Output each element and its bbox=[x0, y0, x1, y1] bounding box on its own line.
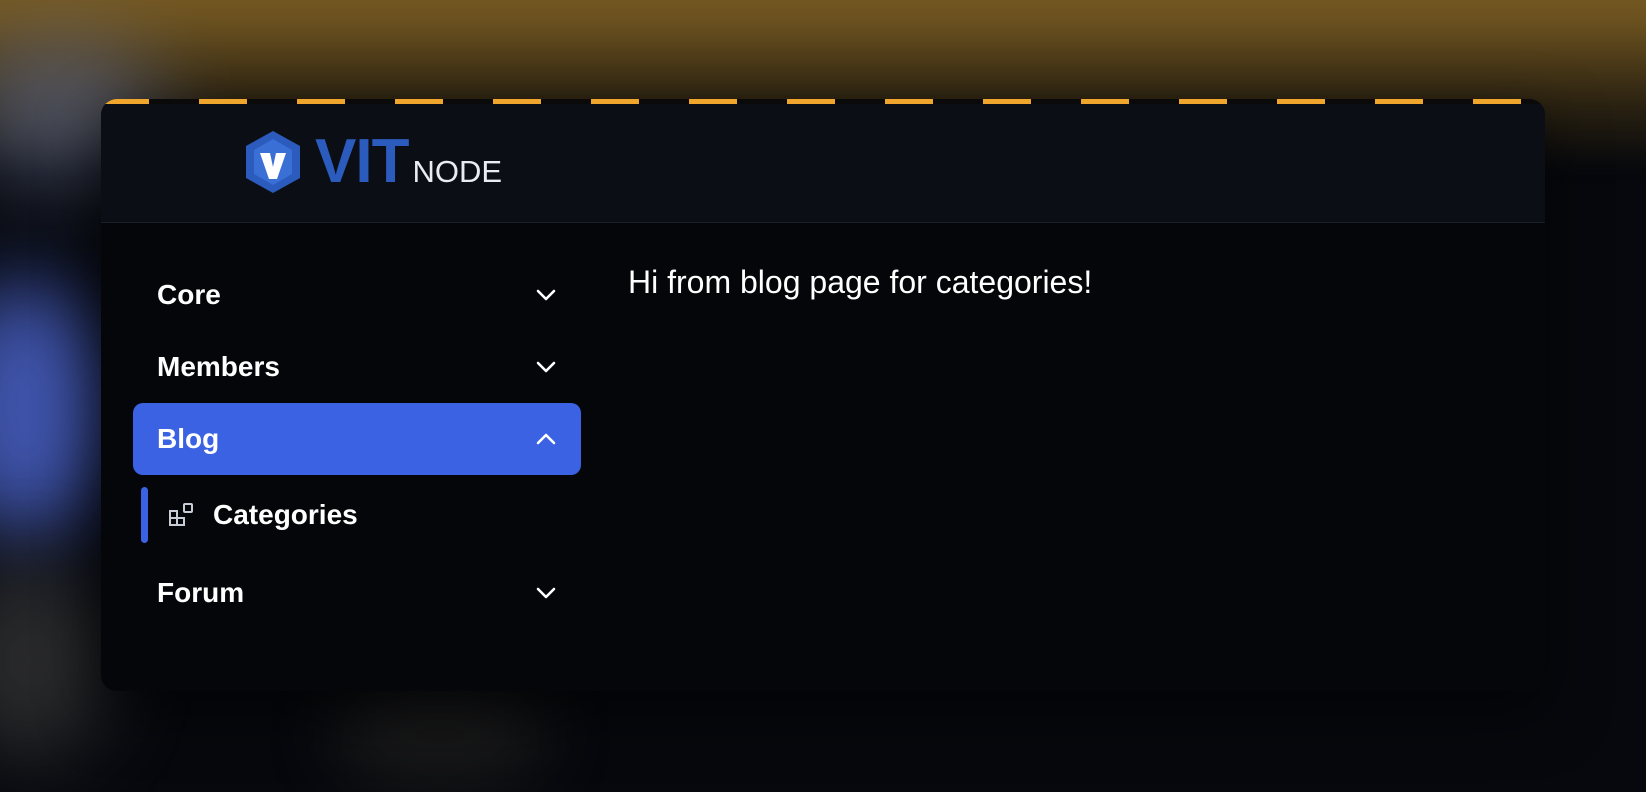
active-indicator bbox=[141, 487, 148, 543]
sidebar-item-members[interactable]: Members bbox=[133, 331, 581, 403]
chevron-down-icon bbox=[535, 288, 557, 302]
sidebar-item-label: Forum bbox=[157, 577, 245, 608]
main-content: Hi from blog page for categories! bbox=[628, 264, 1092, 301]
app-window: VIT NODE Core Members Blog Categories Fo… bbox=[101, 99, 1545, 691]
sidebar-item-label: Blog bbox=[157, 423, 220, 454]
chevron-down-icon bbox=[535, 360, 557, 374]
chevron-up-icon bbox=[535, 432, 557, 446]
sidebar-nav: Core Members Blog Categories Forum bbox=[133, 259, 581, 629]
logo-text-sub: NODE bbox=[412, 153, 503, 189]
sidebar-item-label: Core bbox=[157, 279, 221, 310]
vitnode-logo[interactable]: VIT NODE bbox=[243, 126, 502, 197]
logo-text-main: VIT bbox=[315, 127, 409, 196]
vitnode-hexagon-icon bbox=[246, 130, 300, 193]
sidebar-subitem-label: Categories bbox=[213, 499, 358, 530]
sidebar-item-core[interactable]: Core bbox=[133, 259, 581, 331]
sidebar-item-forum[interactable]: Forum bbox=[133, 557, 581, 629]
page-message: Hi from blog page for categories! bbox=[628, 264, 1093, 300]
sidebar-item-label: Members bbox=[157, 351, 280, 382]
chevron-down-icon bbox=[535, 586, 557, 600]
header: VIT NODE bbox=[101, 104, 1545, 223]
sidebar-subitem-categories[interactable]: Categories bbox=[141, 487, 581, 543]
categories-icon bbox=[167, 501, 195, 529]
sidebar-item-blog[interactable]: Blog bbox=[133, 403, 581, 475]
